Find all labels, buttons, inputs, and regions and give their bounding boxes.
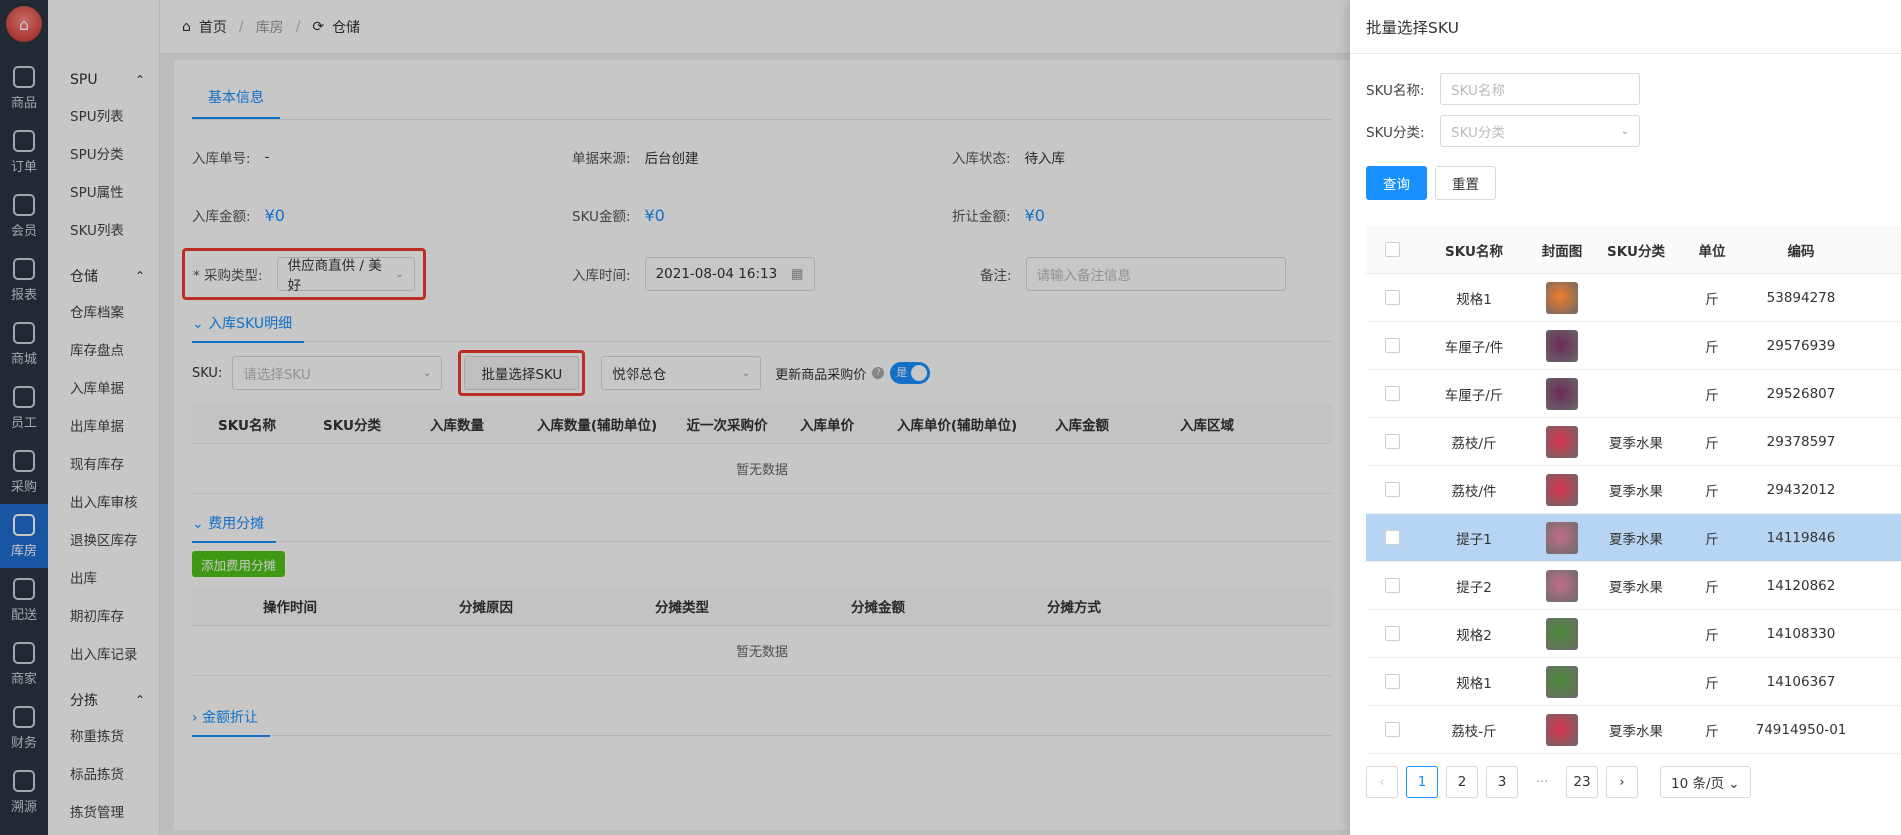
batch-select-drawer: 批量选择SKU SKU名称: SKU名称 SKU分类: SKU分类 ⌄ 查询 重…: [1350, 0, 1901, 835]
column-header: 编码: [1787, 243, 1815, 260]
sku-category-cell: 夏季水果: [1609, 435, 1663, 452]
table-row[interactable]: 提子1 夏季水果 斤 14119846: [1366, 514, 1901, 562]
table-row[interactable]: 荔枝-斤 夏季水果 斤 74914950-01: [1366, 706, 1901, 754]
code-cell: 29378597: [1766, 433, 1836, 450]
code-cell: 29576939: [1766, 337, 1836, 354]
cover-image: [1546, 713, 1578, 746]
unit-cell: 斤: [1705, 387, 1719, 404]
unit-cell: 斤: [1705, 723, 1719, 740]
sku-category-cell: 夏季水果: [1609, 579, 1663, 596]
unit-cell: 斤: [1705, 675, 1719, 692]
row-checkbox[interactable]: [1384, 722, 1400, 737]
row-checkbox[interactable]: [1384, 290, 1400, 305]
table-row[interactable]: 规格1 斤 14106367: [1366, 658, 1901, 706]
table-row[interactable]: 荔枝/件 夏季水果 斤 29432012: [1366, 466, 1901, 514]
drawer-title: 批量选择SKU: [1350, 0, 1901, 54]
next-page-button[interactable]: ›: [1606, 766, 1638, 798]
sku-name-cell: 荔枝/件: [1451, 483, 1497, 500]
sku-name-cell: 提子2: [1456, 579, 1492, 596]
row-checkbox[interactable]: [1384, 626, 1400, 641]
row-checkbox[interactable]: [1384, 338, 1400, 353]
reset-button[interactable]: 重置: [1435, 166, 1496, 200]
sku-name-cell: 车厘子/件: [1444, 339, 1504, 356]
page-button[interactable]: 23: [1566, 766, 1598, 798]
sku-name-input[interactable]: SKU名称: [1440, 73, 1640, 105]
page-button[interactable]: 3: [1486, 766, 1518, 798]
cover-image: [1546, 425, 1578, 458]
cover-image: [1546, 569, 1578, 602]
row-checkbox[interactable]: [1384, 578, 1400, 593]
sku-name-cell: 规格1: [1456, 675, 1492, 692]
column-header: 单位: [1698, 243, 1726, 260]
page-button[interactable]: 2: [1446, 766, 1478, 798]
category-filter-row: SKU分类: SKU分类 ⌄: [1366, 110, 1901, 152]
sku-name-cell: 规格2: [1456, 627, 1492, 644]
unit-cell: 斤: [1705, 627, 1719, 644]
unit-cell: 斤: [1705, 435, 1719, 452]
table-row[interactable]: 车厘子/斤 斤 29526807: [1366, 370, 1901, 418]
cover-image: [1546, 617, 1578, 650]
sku-category-cell: 夏季水果: [1609, 531, 1663, 548]
column-header: 封面图: [1541, 243, 1583, 260]
sku-category-cell: 夏季水果: [1609, 723, 1663, 740]
table-row[interactable]: 规格2 斤 14108330: [1366, 610, 1901, 658]
column-header: SKU名称: [1445, 243, 1503, 260]
unit-cell: 斤: [1705, 291, 1719, 308]
modal-mask[interactable]: [0, 0, 1350, 835]
page-button[interactable]: 1: [1406, 766, 1438, 798]
table-row[interactable]: 车厘子/件 斤 29576939: [1366, 322, 1901, 370]
page-ellipsis[interactable]: ···: [1526, 766, 1558, 798]
code-cell: 14108330: [1766, 625, 1836, 642]
sku-name-cell: 车厘子/斤: [1444, 387, 1504, 404]
row-checkbox[interactable]: [1384, 674, 1400, 689]
table-header-row: SKU名称 封面图 SKU分类 单位 编码: [1366, 226, 1901, 274]
code-cell: 29432012: [1766, 481, 1836, 498]
code-cell: 74914950-01: [1755, 721, 1847, 738]
page-size-select[interactable]: 10 条/页 ⌄: [1660, 766, 1751, 798]
code-cell: 14119846: [1766, 529, 1836, 546]
query-button[interactable]: 查询: [1366, 166, 1427, 200]
table-row[interactable]: 荔枝/斤 夏季水果 斤 29378597: [1366, 418, 1901, 466]
row-checkbox[interactable]: [1384, 530, 1400, 545]
sku-select-table: SKU名称 封面图 SKU分类 单位 编码 规格1 斤 53894278 车厘子/件斤 29576…: [1366, 226, 1901, 754]
code-cell: 29526807: [1766, 385, 1836, 402]
cover-image: [1546, 521, 1578, 554]
row-checkbox[interactable]: [1384, 386, 1400, 401]
name-filter-row: SKU名称: SKU名称: [1366, 68, 1901, 110]
sku-name-cell: 规格1: [1456, 291, 1492, 308]
select-all-checkbox[interactable]: [1384, 242, 1400, 257]
cover-image: [1546, 329, 1578, 362]
cover-image: [1546, 665, 1578, 698]
chevron-down-icon: ⌄: [1620, 125, 1629, 137]
code-cell: 53894278: [1766, 289, 1836, 306]
cover-image: [1546, 281, 1578, 314]
column-header: SKU分类: [1607, 243, 1665, 260]
unit-cell: 斤: [1705, 531, 1719, 548]
sku-name-cell: 荔枝/斤: [1451, 435, 1497, 452]
table-row[interactable]: 规格1 斤 53894278: [1366, 274, 1901, 322]
sku-name-cell: 荔枝-斤: [1451, 723, 1497, 740]
row-checkbox[interactable]: [1384, 434, 1400, 449]
unit-cell: 斤: [1705, 483, 1719, 500]
category-filter-label: SKU分类:: [1366, 125, 1425, 141]
pagination: ‹ 1 2 3 ··· 23 › 10 条/页 ⌄: [1366, 766, 1751, 798]
code-cell: 14120862: [1766, 577, 1836, 594]
name-filter-label: SKU名称:: [1366, 83, 1425, 99]
sku-category-cell: 夏季水果: [1609, 483, 1663, 500]
sku-name-cell: 提子1: [1456, 531, 1492, 548]
unit-cell: 斤: [1705, 579, 1719, 596]
sku-category-select[interactable]: SKU分类 ⌄: [1440, 115, 1640, 147]
unit-cell: 斤: [1705, 339, 1719, 356]
table-row[interactable]: 提子2 夏季水果 斤 14120862: [1366, 562, 1901, 610]
prev-page-button[interactable]: ‹: [1366, 766, 1398, 798]
code-cell: 14106367: [1766, 673, 1836, 690]
row-checkbox[interactable]: [1384, 482, 1400, 497]
cover-image: [1546, 377, 1578, 410]
cover-image: [1546, 473, 1578, 506]
